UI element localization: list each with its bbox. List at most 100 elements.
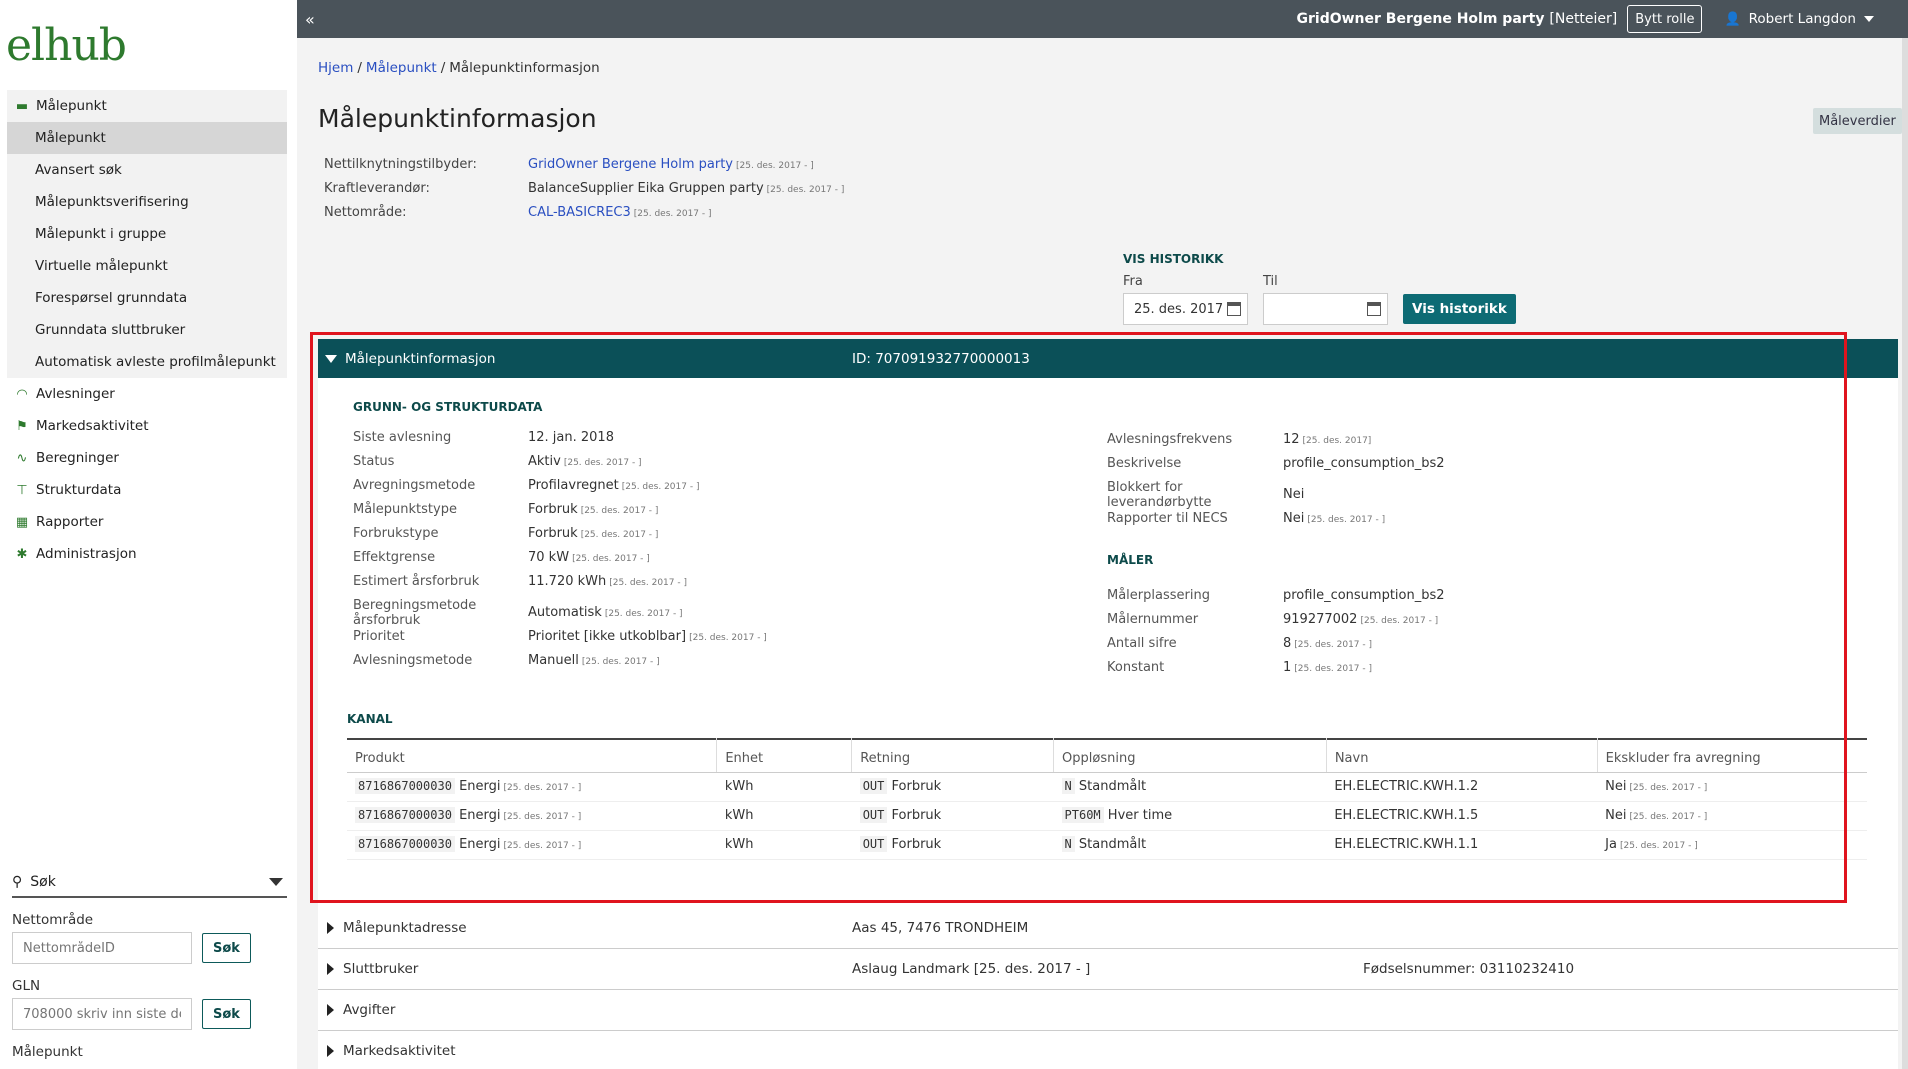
- nettomrade-search-button[interactable]: Søk: [202, 933, 251, 963]
- sidebar-item-9[interactable]: ◠ Avlesninger: [7, 378, 287, 410]
- sidebar-item-label: Virtuelle målepunkt: [35, 258, 168, 274]
- calendar-icon[interactable]: [1227, 302, 1241, 316]
- exclude-value: Ja: [1605, 837, 1617, 852]
- breadcrumb-home[interactable]: Hjem: [318, 60, 353, 76]
- product-name: Energi: [459, 837, 501, 852]
- sidebar-item-2[interactable]: Avansert søk: [7, 154, 287, 186]
- resolution-cell: N Standmålt: [1053, 772, 1327, 802]
- sidebar-item-8[interactable]: Automatisk avleste profilmålepunkt: [7, 346, 287, 378]
- user-menu[interactable]: 👤 Robert Langdon: [1724, 11, 1874, 27]
- summary-info: Nettilknytningstilbyder: GridOwner Bergen…: [324, 152, 844, 224]
- sidebar-item-13[interactable]: ▦ Rapporter: [7, 506, 287, 538]
- caret-right-icon: [327, 963, 334, 975]
- main-content: Hjem / Målepunkt / Målepunktinformasjon Måle…: [297, 38, 1908, 1069]
- chevron-down-icon: [269, 878, 283, 886]
- info-value-wrap: profile_consumption_bs2: [1283, 456, 1445, 471]
- sidebar-item-5[interactable]: Virtuelle målepunkt: [7, 250, 287, 282]
- product-code: 8716867000030: [355, 807, 455, 823]
- breadcrumb-malepunkt[interactable]: Målepunkt: [366, 60, 437, 76]
- sidebar-item-label: Grunndata sluttbruker: [35, 322, 186, 338]
- caret-right-icon: [327, 1004, 334, 1016]
- info-key: Avlesningsfrekvens: [1107, 432, 1233, 447]
- info-key: Målerplassering: [1107, 588, 1210, 603]
- sidebar-item-1[interactable]: Målepunkt: [7, 122, 287, 154]
- show-history-button[interactable]: Vis historikk: [1403, 294, 1516, 324]
- sidebar-item-11[interactable]: ∿ Beregninger: [7, 442, 287, 474]
- accordion-2[interactable]: Avgifter: [318, 990, 1898, 1031]
- info-value: profile_consumption_bs2: [1283, 456, 1445, 471]
- sidebar-item-0[interactable]: ▬ Målepunkt: [7, 90, 287, 122]
- date-range: [25. des. 2017 - ]: [563, 458, 642, 468]
- panel-header[interactable]: Målepunktinformasjon ID: 707091932770000…: [318, 339, 1898, 378]
- resolution-code: PT60M: [1061, 807, 1104, 823]
- scrollbar[interactable]: [1902, 38, 1908, 1069]
- table-row: 8716867000030 Energi [25. des. 2017 - ] kW…: [347, 830, 1867, 860]
- maleverdier-button[interactable]: Måleverdier: [1813, 108, 1902, 134]
- elhub-logo[interactable]: elhub: [6, 20, 127, 71]
- gln-input[interactable]: [12, 998, 192, 1030]
- calc-icon: ∿: [16, 450, 28, 466]
- info-value-wrap: Nei [25. des. 2017 - ]: [1283, 511, 1385, 526]
- info-row: Målernummer 919277002 [25. des. 2017 - ]: [1107, 612, 1707, 630]
- info-value: Nei: [1283, 487, 1305, 502]
- info-value: Forbruk: [528, 526, 578, 541]
- sidebar-item-14[interactable]: ✱ Administrasjon: [7, 538, 287, 570]
- date-range: [25. des. 2017 - ]: [580, 530, 659, 540]
- resolution-label: Hver time: [1107, 808, 1173, 823]
- party-role: [Netteier]: [1549, 11, 1618, 27]
- sidebar-item-10[interactable]: ⚑ Markedsaktivitet: [7, 410, 287, 442]
- table-row: 8716867000030 Energi [25. des. 2017 - ] kW…: [347, 772, 1867, 802]
- sidebar-item-6[interactable]: Forespørsel grunndata: [7, 282, 287, 314]
- info-value-wrap: Manuell [25. des. 2017 - ]: [528, 653, 660, 668]
- summary-row: Nettilknytningstilbyder: GridOwner Bergen…: [324, 152, 844, 176]
- summary-value[interactable]: CAL-BASICREC3: [528, 205, 631, 220]
- sidebar-item-label: Automatisk avleste profilmålepunkt: [35, 354, 276, 370]
- party-name: GridOwner Bergene Holm party [Netteier]: [1296, 11, 1618, 27]
- from-date-input[interactable]: 25. des. 2017: [1123, 293, 1248, 325]
- accordion-0[interactable]: Målepunktadresse Aas 45, 7476 TRONDHEIM: [318, 908, 1898, 949]
- name-cell: EH.ELECTRIC.KWH.1.2: [1326, 772, 1598, 802]
- search-toggle[interactable]: ⚲ Søk: [12, 868, 287, 898]
- info-value: 12. jan. 2018: [528, 430, 614, 445]
- date-range: [25. des. 2017 - ]: [1294, 664, 1373, 674]
- switch-role-button[interactable]: Bytt rolle: [1627, 5, 1703, 33]
- exclude-cell: Ja [25. des. 2017 - ]: [1597, 830, 1867, 860]
- gauge-icon: ◠: [16, 386, 28, 402]
- info-value: 1: [1283, 660, 1292, 675]
- info-value-wrap: 12. jan. 2018: [528, 430, 614, 445]
- gln-search-button[interactable]: Søk: [202, 999, 251, 1029]
- info-row: Blokkert for leverandørbytte Nei: [1107, 480, 1707, 510]
- info-value-wrap: 1 [25. des. 2017 - ]: [1283, 660, 1372, 675]
- sidebar-item-label: Målepunkt i gruppe: [35, 226, 167, 242]
- collapse-sidebar-icon[interactable]: «: [305, 10, 315, 29]
- date-range: [25. des. 2017 - ]: [633, 208, 712, 219]
- date-range: [25. des. 2017 - ]: [1307, 515, 1386, 525]
- search-panel: ⚲ Søk Nettområde Søk GLN Søk Målepunkt: [12, 868, 287, 1060]
- accordion-1[interactable]: Sluttbruker Aslaug Landmark [25. des. 201…: [318, 949, 1898, 990]
- info-key: Prioritet: [353, 629, 405, 644]
- date-range: [25. des. 2017 - ]: [572, 554, 650, 564]
- resolution-cell: PT60M Hver time: [1053, 801, 1327, 831]
- accordion-summary-2: Fødselsnummer: 03110232410: [1363, 961, 1575, 977]
- sidebar-item-7[interactable]: Grunndata sluttbruker: [7, 314, 287, 346]
- summary-value[interactable]: GridOwner Bergene Holm party: [528, 157, 733, 172]
- meter-icon: ▬: [15, 98, 29, 114]
- nettomrade-input[interactable]: [12, 932, 192, 964]
- exclude-cell: Nei [25. des. 2017 - ]: [1597, 801, 1867, 831]
- direction-label: Forbruk: [891, 837, 942, 852]
- summary-key: Kraftleverandør:: [324, 180, 430, 196]
- info-row: Konstant 1 [25. des. 2017 - ]: [1107, 660, 1707, 678]
- to-date-input[interactable]: [1263, 293, 1388, 325]
- sidebar-item-12[interactable]: ⊤ Strukturdata: [7, 474, 287, 506]
- date-range: [25. des. 2017 - ]: [1629, 812, 1708, 822]
- info-value: 12: [1283, 432, 1300, 447]
- unit-cell: kWh: [716, 772, 852, 802]
- calendar-icon[interactable]: [1367, 302, 1381, 316]
- accordion-3[interactable]: Markedsaktivitet: [318, 1031, 1898, 1069]
- sidebar-item-label: Avansert søk: [35, 162, 122, 178]
- exclude-value: Nei: [1605, 779, 1627, 794]
- info-row: Beskrivelse profile_consumption_bs2: [1107, 456, 1707, 474]
- sidebar-item-3[interactable]: Målepunktsverifisering: [7, 186, 287, 218]
- info-row: Avregningsmetode Profilavregnet [25. des. …: [353, 478, 953, 496]
- sidebar-item-4[interactable]: Målepunkt i gruppe: [7, 218, 287, 250]
